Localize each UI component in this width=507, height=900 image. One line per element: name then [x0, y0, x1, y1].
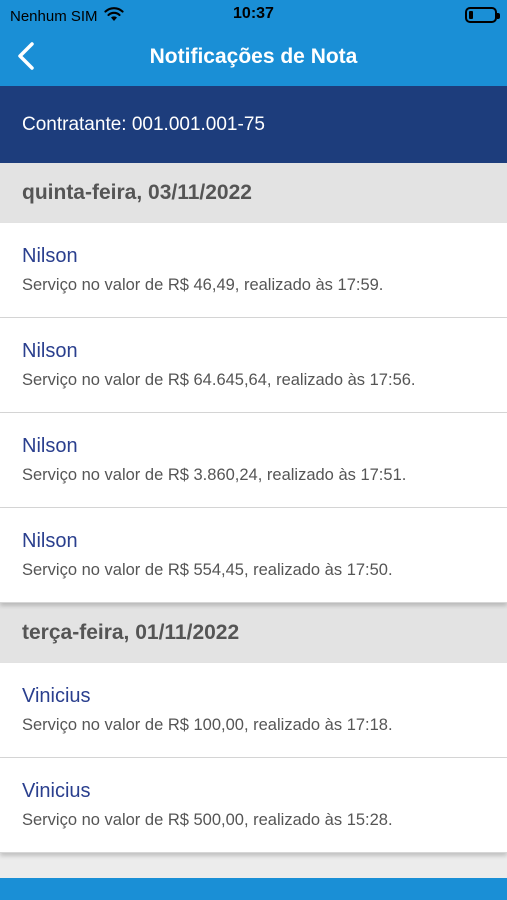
list-item[interactable]: Nilson Serviço no valor de R$ 64.645,64,… [0, 318, 507, 413]
item-description: Serviço no valor de R$ 100,00, realizado… [22, 716, 393, 734]
list-item[interactable]: Vinicius Serviço no valor de R$ 100,00, … [0, 663, 507, 758]
status-bar: Nenhum SIM 10:37 [0, 0, 507, 30]
contractor-label: Contratante: 001.001.001-75 [22, 114, 265, 135]
contractor-bar: Contratante: 001.001.001-75 [0, 86, 507, 163]
section-header: terça-feira, 01/11/2022 [0, 603, 507, 663]
item-description: Serviço no valor de R$ 554,45, realizado… [22, 561, 393, 579]
item-name: Nilson [22, 530, 78, 552]
item-description: Serviço no valor de R$ 46,49, realizado … [22, 276, 384, 294]
bottom-bar [0, 878, 507, 900]
item-name: Nilson [22, 340, 78, 362]
battery-icon [465, 7, 500, 23]
list-item[interactable]: Vinicius Serviço no valor de R$ 500,00, … [0, 758, 507, 853]
page-title: Notificações de Nota [149, 45, 358, 68]
item-name: Vinicius [22, 685, 91, 707]
notification-list[interactable]: quinta-feira, 03/11/2022 Nilson Serviço … [0, 163, 507, 878]
item-description: Serviço no valor de R$ 3.860,24, realiza… [22, 466, 407, 484]
section-header: quinta-feira, 03/11/2022 [0, 163, 507, 223]
nav-bar: Notificações de Nota [0, 30, 507, 86]
list-item[interactable]: Nilson Serviço no valor de R$ 46,49, rea… [0, 223, 507, 318]
status-time: 10:37 [233, 5, 274, 22]
item-description: Serviço no valor de R$ 500,00, realizado… [22, 811, 393, 829]
item-name: Vinicius [22, 780, 91, 802]
item-name: Nilson [22, 245, 78, 267]
list-item[interactable]: Nilson Serviço no valor de R$ 554,45, re… [0, 508, 507, 603]
item-name: Nilson [22, 435, 78, 457]
list-item[interactable]: Nilson Serviço no valor de R$ 3.860,24, … [0, 413, 507, 508]
item-description: Serviço no valor de R$ 64.645,64, realiz… [22, 371, 416, 389]
